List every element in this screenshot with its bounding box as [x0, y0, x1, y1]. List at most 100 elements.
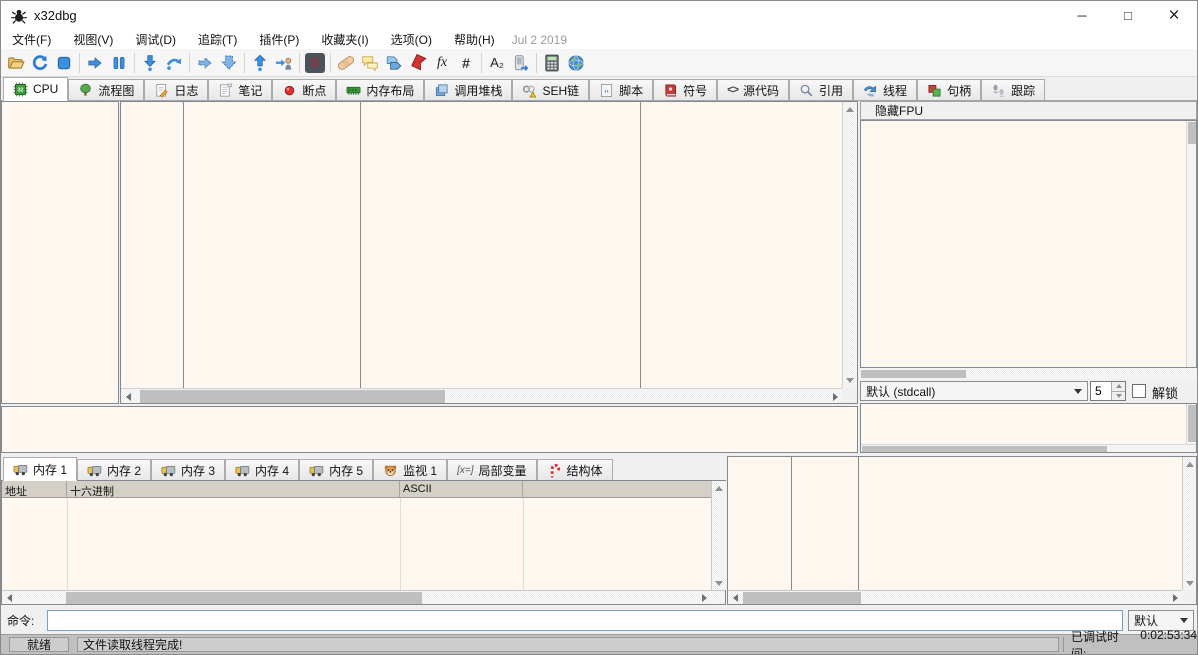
tab-dump-4[interactable]: 内存 4 — [225, 459, 299, 480]
phone-forward-button[interactable] — [509, 51, 533, 75]
tab-handles[interactable]: 句柄 — [917, 79, 981, 100]
sharpod-toggle-button[interactable]: S — [303, 51, 327, 75]
minimize-button[interactable]: ─ — [1059, 1, 1105, 30]
tab-notes[interactable]: 笔记 — [208, 79, 272, 100]
execute-till-return-button[interactable] — [248, 51, 272, 75]
hscroll-thumb[interactable] — [861, 370, 966, 378]
dump-vscrollbar[interactable] — [711, 481, 726, 590]
tab-dump-1[interactable]: 内存 1 — [3, 457, 77, 481]
tab-symbols[interactable]: 符号 — [653, 79, 717, 100]
tab-trace[interactable]: 跟踪 — [981, 79, 1045, 100]
scroll-right-arrow[interactable] — [828, 389, 843, 404]
tab-source[interactable]: <> 源代码 — [717, 79, 789, 100]
tab-watch-1[interactable]: 监视 1 — [373, 459, 447, 480]
tab-dump-3[interactable]: 内存 3 — [151, 459, 225, 480]
toolbar-separator — [299, 53, 300, 73]
vscroll-thumb[interactable] — [1188, 122, 1196, 144]
spin-up-button[interactable] — [1112, 382, 1125, 392]
tab-threads[interactable]: 线程 — [853, 79, 917, 100]
registers-vscrollbar[interactable] — [1186, 121, 1196, 367]
tab-struct[interactable]: 结构体 — [537, 459, 613, 480]
close-button[interactable]: × — [1151, 1, 1197, 30]
memory-dump-table[interactable]: 地址 十六进制 ASCII — [1, 480, 726, 605]
bookmarks-button[interactable] — [406, 51, 430, 75]
tab-cpu[interactable]: 32 CPU — [3, 77, 68, 101]
tab-seh[interactable]: SEH链 — [512, 79, 589, 100]
dump-hscrollbar[interactable] — [2, 590, 725, 604]
unlock-checkbox[interactable] — [1132, 384, 1146, 398]
scroll-up-arrow[interactable] — [843, 102, 857, 117]
trace-over-button[interactable] — [217, 51, 241, 75]
arguments-view[interactable] — [860, 403, 1197, 453]
menu-favourites[interactable]: 收藏夹(I) — [310, 29, 379, 50]
text-case-button[interactable]: A₂ — [485, 51, 509, 75]
menu-trace[interactable]: 追踪(T) — [187, 29, 248, 50]
scroll-up-arrow[interactable] — [1183, 457, 1196, 471]
command-input[interactable] — [47, 610, 1123, 631]
tab-memory-map[interactable]: 内存布局 — [336, 79, 424, 100]
functions-button[interactable]: fx — [430, 51, 454, 75]
tab-call-stack[interactable]: 调用堆栈 — [424, 79, 512, 100]
hscroll-thumb[interactable] — [66, 592, 422, 604]
hash-button[interactable]: # — [454, 51, 478, 75]
phone-arrow-icon — [512, 54, 530, 72]
tab-log[interactable]: 日志 — [144, 79, 208, 100]
toolbar-separator — [79, 53, 80, 73]
menu-plugins[interactable]: 插件(P) — [248, 29, 310, 50]
scroll-right-arrow[interactable] — [1168, 591, 1182, 605]
tab-dump-2[interactable]: 内存 2 — [77, 459, 151, 480]
calling-convention-select[interactable]: 默认 (stdcall) — [860, 381, 1088, 401]
menu-file[interactable]: 文件(F) — [1, 29, 62, 50]
spin-down-button[interactable] — [1112, 392, 1125, 401]
pause-button[interactable] — [107, 51, 131, 75]
menu-view[interactable]: 视图(V) — [62, 29, 124, 50]
trace-into-button[interactable] — [193, 51, 217, 75]
scroll-right-arrow[interactable] — [697, 591, 711, 605]
scroll-left-arrow[interactable] — [728, 591, 742, 605]
registers-hscrollbar[interactable] — [860, 369, 1197, 379]
tab-script[interactable]: ‹› 脚本 — [589, 79, 653, 100]
restart-button[interactable] — [28, 51, 52, 75]
step-over-button[interactable] — [162, 51, 186, 75]
registers-view[interactable] — [860, 120, 1197, 368]
tab-references[interactable]: 引用 — [789, 79, 853, 100]
hscroll-thumb[interactable] — [862, 446, 1107, 452]
run-to-user-code-button[interactable] — [272, 51, 296, 75]
menu-debug[interactable]: 调试(D) — [124, 29, 187, 50]
scroll-down-arrow[interactable] — [712, 576, 726, 590]
tab-breakpoints[interactable]: 断点 — [272, 79, 336, 100]
maximize-button[interactable]: □ — [1105, 1, 1151, 30]
vscroll-thumb[interactable] — [1188, 405, 1196, 442]
disasm-vscrollbar[interactable] — [842, 102, 857, 388]
stack-vscrollbar[interactable] — [1182, 457, 1196, 590]
calculator-button[interactable] — [540, 51, 564, 75]
argument-count-spinner[interactable]: 5 — [1090, 381, 1126, 401]
scroll-down-arrow[interactable] — [1183, 576, 1196, 590]
scroll-left-arrow[interactable] — [121, 389, 136, 404]
disassembly-view[interactable] — [120, 101, 858, 404]
globe-button[interactable] — [564, 51, 588, 75]
menu-help[interactable]: 帮助(H) — [443, 29, 506, 50]
hscroll-thumb[interactable] — [140, 390, 445, 403]
stack-hscrollbar[interactable] — [728, 590, 1182, 604]
tab-dump-5[interactable]: 内存 5 — [299, 459, 373, 480]
scroll-left-arrow[interactable] — [2, 591, 16, 605]
scroll-down-arrow[interactable] — [843, 373, 857, 388]
tab-locals[interactable]: [x=] 局部变量 — [447, 459, 536, 480]
hscroll-thumb[interactable] — [743, 592, 861, 604]
menu-options[interactable]: 选项(O) — [380, 29, 443, 50]
stop-button[interactable] — [52, 51, 76, 75]
step-into-button[interactable] — [138, 51, 162, 75]
open-file-button[interactable] — [4, 51, 28, 75]
run-button[interactable] — [83, 51, 107, 75]
stack-view[interactable] — [727, 456, 1197, 605]
arguments-vscrollbar[interactable] — [1186, 404, 1196, 445]
hide-fpu-button[interactable]: 隐藏FPU — [860, 101, 1197, 120]
scroll-up-arrow[interactable] — [712, 481, 726, 495]
arguments-hscrollbar[interactable] — [861, 444, 1196, 452]
patches-button[interactable] — [334, 51, 358, 75]
tab-graph[interactable]: 流程图 — [68, 79, 144, 100]
labels-button[interactable] — [382, 51, 406, 75]
comments-button[interactable] — [358, 51, 382, 75]
disasm-hscrollbar[interactable] — [121, 388, 843, 403]
